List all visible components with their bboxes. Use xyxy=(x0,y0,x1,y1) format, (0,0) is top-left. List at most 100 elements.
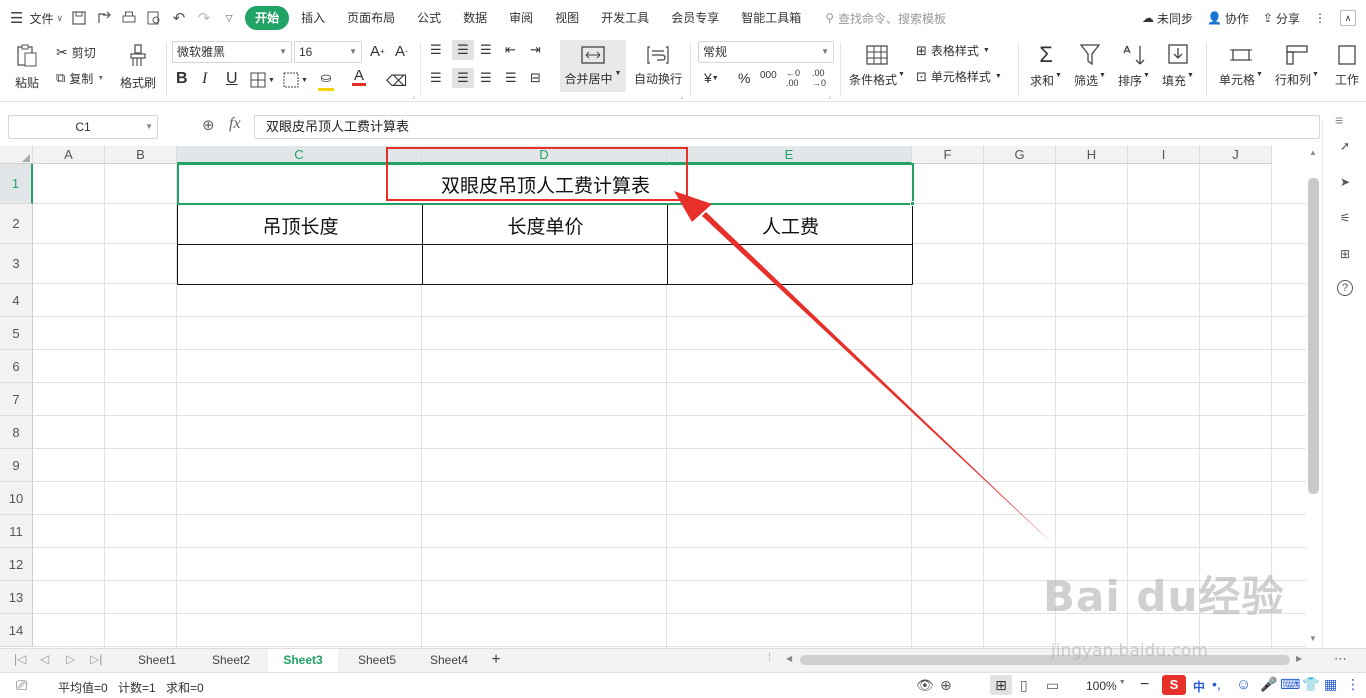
align-middle-icon[interactable]: ☰ xyxy=(452,40,474,60)
collapse-ribbon-icon[interactable]: ∧ xyxy=(1340,10,1356,26)
vertical-scroll-thumb[interactable] xyxy=(1308,178,1319,494)
currency-icon[interactable]: ¥ ▼ xyxy=(704,70,719,86)
sheet-tab-1[interactable]: Sheet1 xyxy=(122,649,192,672)
merge-center-button[interactable]: 合并居中 ▼ xyxy=(560,40,626,92)
cursor-icon[interactable]: ➤ xyxy=(1335,172,1355,192)
font-size-select[interactable]: 16 ▼ xyxy=(294,41,362,63)
grid-menu-icon[interactable]: ⋮ xyxy=(1346,676,1360,693)
page-break-icon[interactable]: ▭ xyxy=(1046,677,1059,694)
tab-review[interactable]: 审阅 xyxy=(499,6,543,30)
more-icon[interactable]: ⋯ xyxy=(1334,651,1347,667)
eye-icon[interactable]: 👁 xyxy=(916,677,934,694)
sheet-tab-2[interactable]: Sheet2 xyxy=(196,649,266,672)
paste-button[interactable]: 粘贴 xyxy=(10,40,44,94)
zoom-out-icon[interactable]: − xyxy=(1140,676,1149,694)
print-icon[interactable] xyxy=(121,10,137,26)
increase-font-icon[interactable]: A + xyxy=(370,43,385,60)
fill-color-icon[interactable]: ⛀ xyxy=(318,70,334,91)
indent-increase-icon[interactable]: ⇥ xyxy=(530,42,541,58)
border-icon[interactable]: ▼ xyxy=(250,72,275,88)
name-box[interactable]: C1 ▼ xyxy=(8,115,158,139)
filter-button[interactable]: 筛选 ▼ xyxy=(1070,40,1110,92)
punctuation-icon[interactable]: •, xyxy=(1212,676,1221,692)
font-name-select[interactable]: 微软雅黑 ▼ xyxy=(172,41,292,63)
normal-view-icon[interactable]: ⊞ xyxy=(990,675,1012,695)
ime-mode[interactable]: 中 xyxy=(1193,678,1205,695)
macro-record-icon[interactable]: ⎚ xyxy=(16,677,27,694)
tab-developer[interactable]: 开发工具 xyxy=(591,6,659,30)
zoom-formula-icon[interactable]: ⊕ xyxy=(202,116,215,134)
help-icon[interactable]: ? xyxy=(1337,280,1353,296)
customize-icon[interactable]: ▽ xyxy=(221,10,237,26)
sum-button[interactable]: Σ 求和 ▼ xyxy=(1026,40,1066,92)
tab-member[interactable]: 会员专享 xyxy=(661,6,729,30)
cell-pattern-icon[interactable]: ▼ xyxy=(283,72,308,88)
prev-sheet-icon[interactable]: ◁ xyxy=(40,652,49,666)
scroll-left-icon[interactable]: ◀ xyxy=(786,654,792,663)
export-icon[interactable] xyxy=(96,10,112,26)
hamburger-icon[interactable]: ☰ xyxy=(10,9,23,27)
format-painter-button[interactable]: 格式刷 xyxy=(118,40,158,94)
dialog-launcher-icon[interactable]: ⌟ xyxy=(680,92,683,100)
settings-sliders-icon[interactable]: ⚟ xyxy=(1335,208,1355,228)
sogou-ime-icon[interactable]: S xyxy=(1162,675,1186,695)
tab-data[interactable]: 数据 xyxy=(453,6,497,30)
add-sheet-button[interactable]: + xyxy=(486,649,506,672)
fx-button[interactable]: fx xyxy=(229,115,241,133)
sort-button[interactable]: 排序 ▼ xyxy=(1114,40,1154,92)
table-tools-icon[interactable]: ⊞ xyxy=(1335,244,1355,264)
table-style-button[interactable]: ⊞ 表格样式 ▼ xyxy=(916,42,990,59)
decrease-font-icon[interactable]: A- xyxy=(395,43,408,60)
scroll-right-icon[interactable]: ▶ xyxy=(1296,654,1302,663)
decimal-increase-icon[interactable]: ←0.00 xyxy=(786,68,800,88)
sync-status[interactable]: ☁ 未同步 xyxy=(1142,10,1193,27)
print-preview-icon[interactable] xyxy=(146,10,162,26)
wrap-text-button[interactable]: 自动换行 xyxy=(632,40,684,92)
share-button[interactable]: ⇪ 分享 xyxy=(1263,10,1300,27)
bold-icon[interactable]: B xyxy=(176,70,188,88)
fill-button[interactable]: 填充 ▼ xyxy=(1158,40,1198,92)
toolbox-icon[interactable]: ▦ xyxy=(1324,676,1337,693)
page-view-icon[interactable]: ▯ xyxy=(1020,677,1028,694)
tab-view[interactable]: 视图 xyxy=(545,6,589,30)
thousands-icon[interactable]: 000 xyxy=(760,70,777,81)
collab-button[interactable]: 👤 协作 xyxy=(1207,10,1249,27)
indent-decrease-icon[interactable]: ⇤ xyxy=(505,42,516,58)
justify-icon[interactable]: ☰ xyxy=(505,70,517,86)
cell-style-button[interactable]: ⊡ 单元格样式 ▼ xyxy=(916,68,1002,85)
tab-smart-tools[interactable]: 智能工具箱 xyxy=(731,6,811,30)
sheet-tab-3[interactable]: Sheet3 xyxy=(268,649,338,672)
first-sheet-icon[interactable]: |◁ xyxy=(14,652,26,666)
tab-page-layout[interactable]: 页面布局 xyxy=(337,6,405,30)
cut-button[interactable]: ✂ 剪切 xyxy=(56,42,96,62)
underline-icon[interactable]: U xyxy=(226,70,238,88)
font-color-icon[interactable]: A xyxy=(352,68,366,86)
keyboard-icon[interactable]: ⌨ xyxy=(1280,676,1300,693)
italic-icon[interactable]: I xyxy=(202,70,207,88)
emoji-icon[interactable]: ☺ xyxy=(1236,676,1251,693)
align-top-icon[interactable]: ☰ xyxy=(430,42,442,58)
rocket-icon[interactable]: ➚ xyxy=(1335,136,1355,156)
split-handle-icon[interactable]: ⁞ xyxy=(768,652,771,664)
zoom-select[interactable]: 100% ▼ xyxy=(1086,679,1126,693)
sheet-tab-4[interactable]: Sheet4 xyxy=(414,649,484,672)
row-col-button[interactable]: 行和列 ▼ xyxy=(1272,40,1322,92)
cell-button[interactable]: 单元格 ▼ xyxy=(1214,40,1268,92)
sidebar-toggle-icon[interactable]: ≡ xyxy=(1335,112,1343,128)
layout-icon[interactable]: ⊕ xyxy=(940,677,952,694)
file-menu[interactable]: 文件 ∨ xyxy=(29,10,63,27)
scroll-down-icon[interactable]: ▼ xyxy=(1309,634,1317,643)
redo-icon[interactable]: ↷ xyxy=(196,10,212,27)
save-icon[interactable] xyxy=(71,10,87,26)
align-left-icon[interactable]: ☰ xyxy=(430,70,442,86)
tab-formulas[interactable]: 公式 xyxy=(407,6,451,30)
percent-icon[interactable]: % xyxy=(738,70,750,86)
tab-insert[interactable]: 插入 xyxy=(291,6,335,30)
clothes-icon[interactable]: 👕 xyxy=(1302,676,1319,693)
distributed-icon[interactable]: ⊟ xyxy=(530,70,541,86)
copy-button[interactable]: ⧉ 复制 ▼ xyxy=(56,68,104,88)
vertical-scrollbar[interactable]: ▲ ▼ xyxy=(1306,146,1322,648)
clear-format-icon[interactable]: ⌫ xyxy=(386,72,407,90)
dialog-launcher-icon[interactable]: ⌟ xyxy=(412,92,415,100)
mic-icon[interactable]: 🎤 xyxy=(1260,676,1277,693)
